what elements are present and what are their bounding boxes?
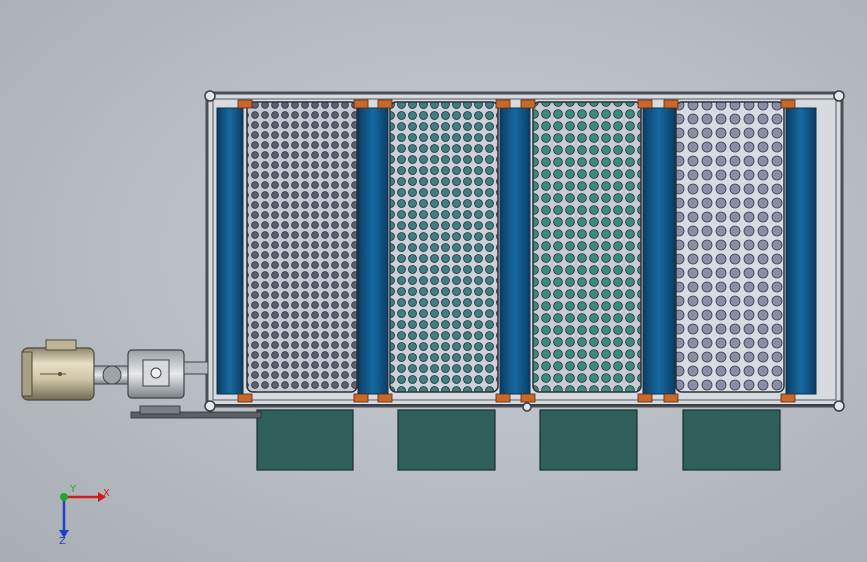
coordinate-triad: X Y Z <box>59 484 110 547</box>
coupling <box>93 365 129 385</box>
axis-z-label: Z <box>59 536 66 547</box>
axis-x-label: X <box>103 488 110 499</box>
axis-y-label: Y <box>69 484 77 495</box>
drive-chain <box>130 405 262 419</box>
electric-motor[interactable] <box>21 339 95 401</box>
drum-2[interactable] <box>389 101 499 393</box>
drum-3[interactable] <box>532 101 642 393</box>
hoppers[interactable] <box>256 409 781 471</box>
cad-viewport[interactable]: X Y Z <box>0 0 867 562</box>
drum-1[interactable] <box>246 101 358 393</box>
gearbox[interactable] <box>127 349 209 399</box>
drum-4[interactable] <box>675 101 785 393</box>
